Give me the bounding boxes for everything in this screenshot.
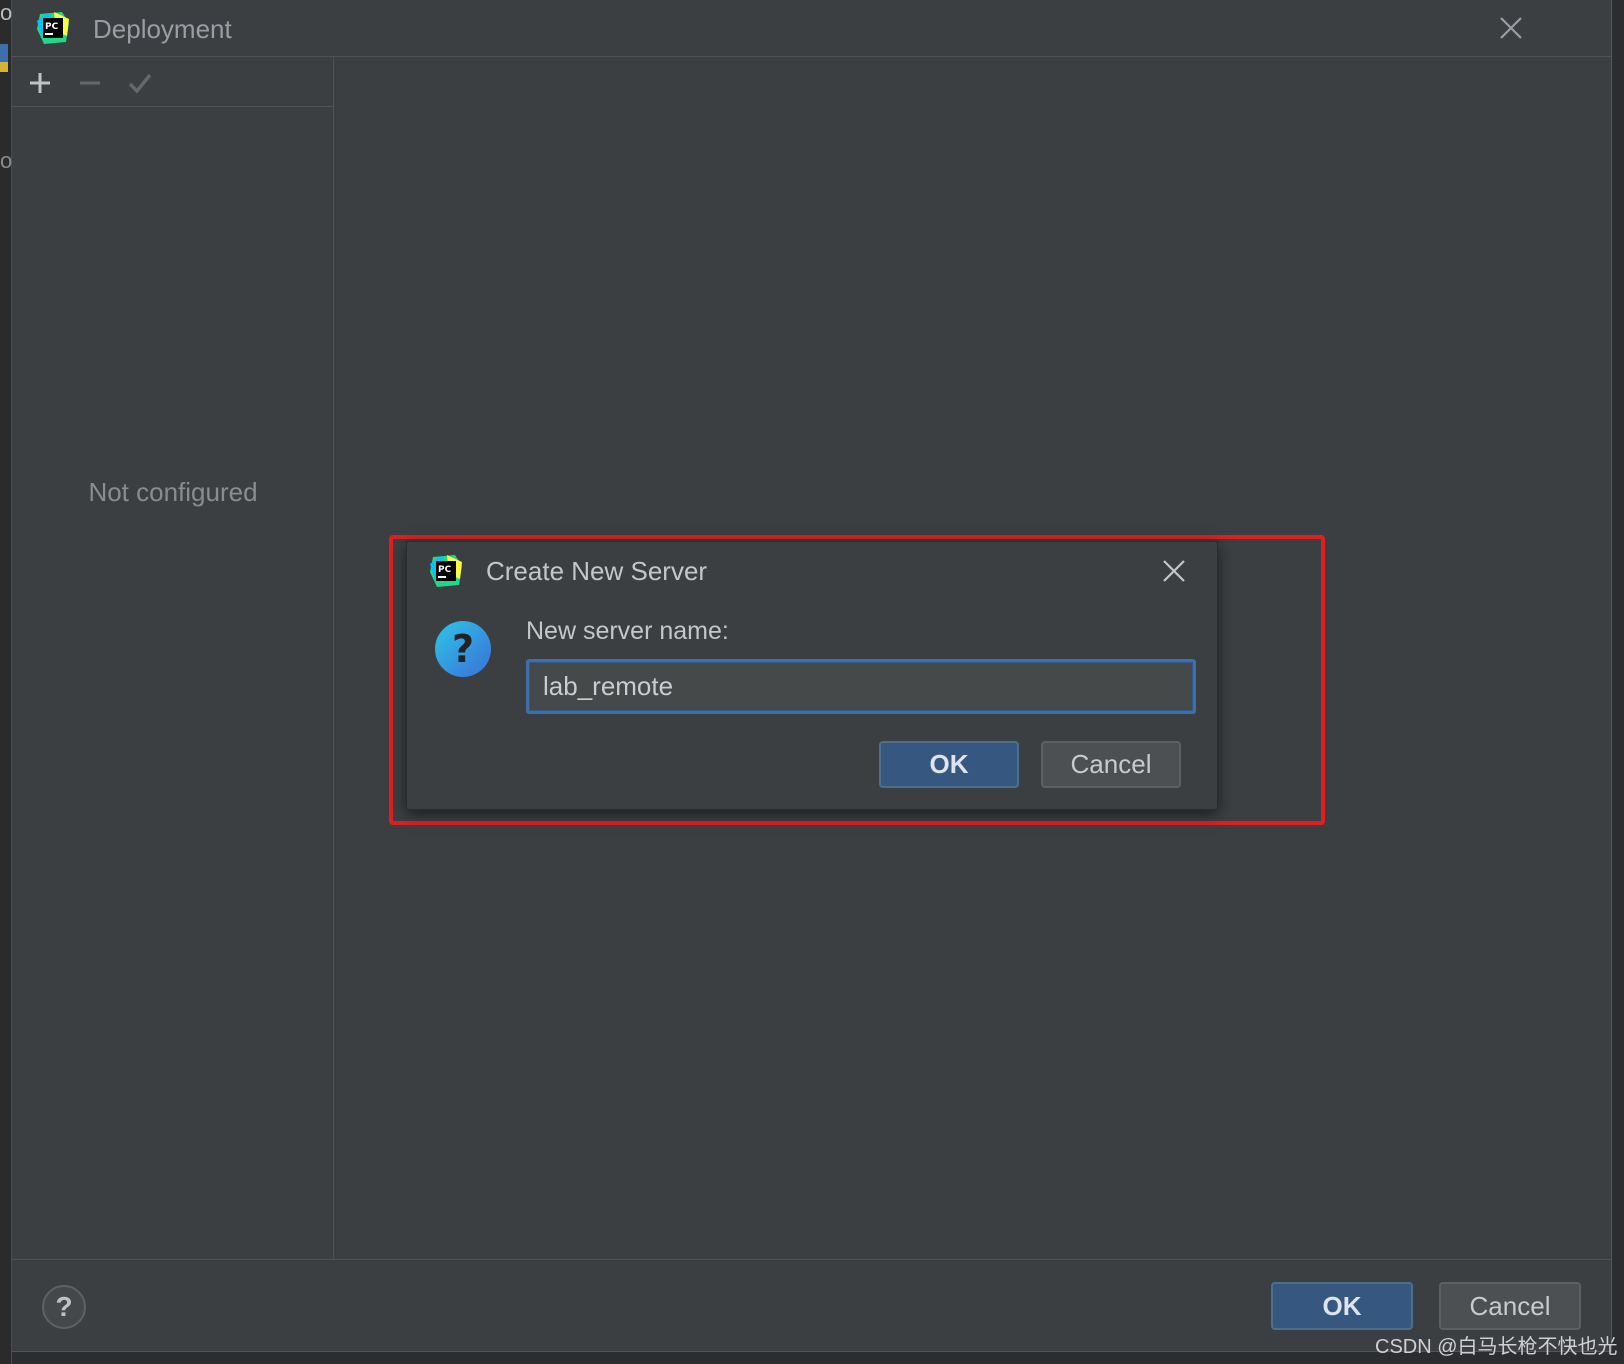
pycharm-logo-icon: PC <box>429 554 463 588</box>
create-new-server-dialog: PC Create New Server ? New server name: … <box>406 541 1218 810</box>
cancel-button[interactable]: Cancel <box>1439 1282 1581 1330</box>
svg-text:PC: PC <box>45 22 59 32</box>
window-titlebar: PC Deployment <box>12 0 1611 57</box>
background-text-fragment-2: o <box>0 148 13 173</box>
dialog-title: Create New Server <box>486 556 708 586</box>
question-icon: ? <box>434 620 492 678</box>
minus-icon <box>80 81 100 85</box>
window-title: Deployment <box>93 14 232 44</box>
background-icon-fragment-2 <box>0 62 8 72</box>
svg-text:?: ? <box>452 627 474 671</box>
empty-state-text: Not configured <box>88 477 258 507</box>
background-ide-edge: of o <box>0 0 18 1364</box>
svg-text:PC: PC <box>438 565 452 575</box>
dialog-cancel-button[interactable]: Cancel <box>1041 741 1181 788</box>
set-default-button[interactable] <box>124 67 156 99</box>
window-close-icon[interactable] <box>1498 15 1524 41</box>
dialog-ok-button[interactable]: OK <box>879 741 1019 788</box>
server-list-panel: Not configured <box>12 57 334 1259</box>
pycharm-logo-icon: PC <box>36 11 70 45</box>
server-name-input[interactable] <box>526 659 1196 714</box>
remove-server-button[interactable] <box>74 67 106 99</box>
watermark-text: CSDN @白马长枪不快也光 <box>1375 1336 1618 1358</box>
check-icon <box>128 73 152 94</box>
server-name-label: New server name: <box>526 617 729 645</box>
ok-button[interactable]: OK <box>1271 1282 1413 1330</box>
dialog-close-icon[interactable] <box>1161 558 1187 584</box>
add-server-button[interactable] <box>24 67 56 99</box>
plus-icon <box>30 73 50 93</box>
help-button[interactable]: ? <box>42 1285 86 1329</box>
dialog-footer: ? OK Cancel <box>12 1259 1611 1352</box>
server-list-toolbar <box>12 57 333 107</box>
